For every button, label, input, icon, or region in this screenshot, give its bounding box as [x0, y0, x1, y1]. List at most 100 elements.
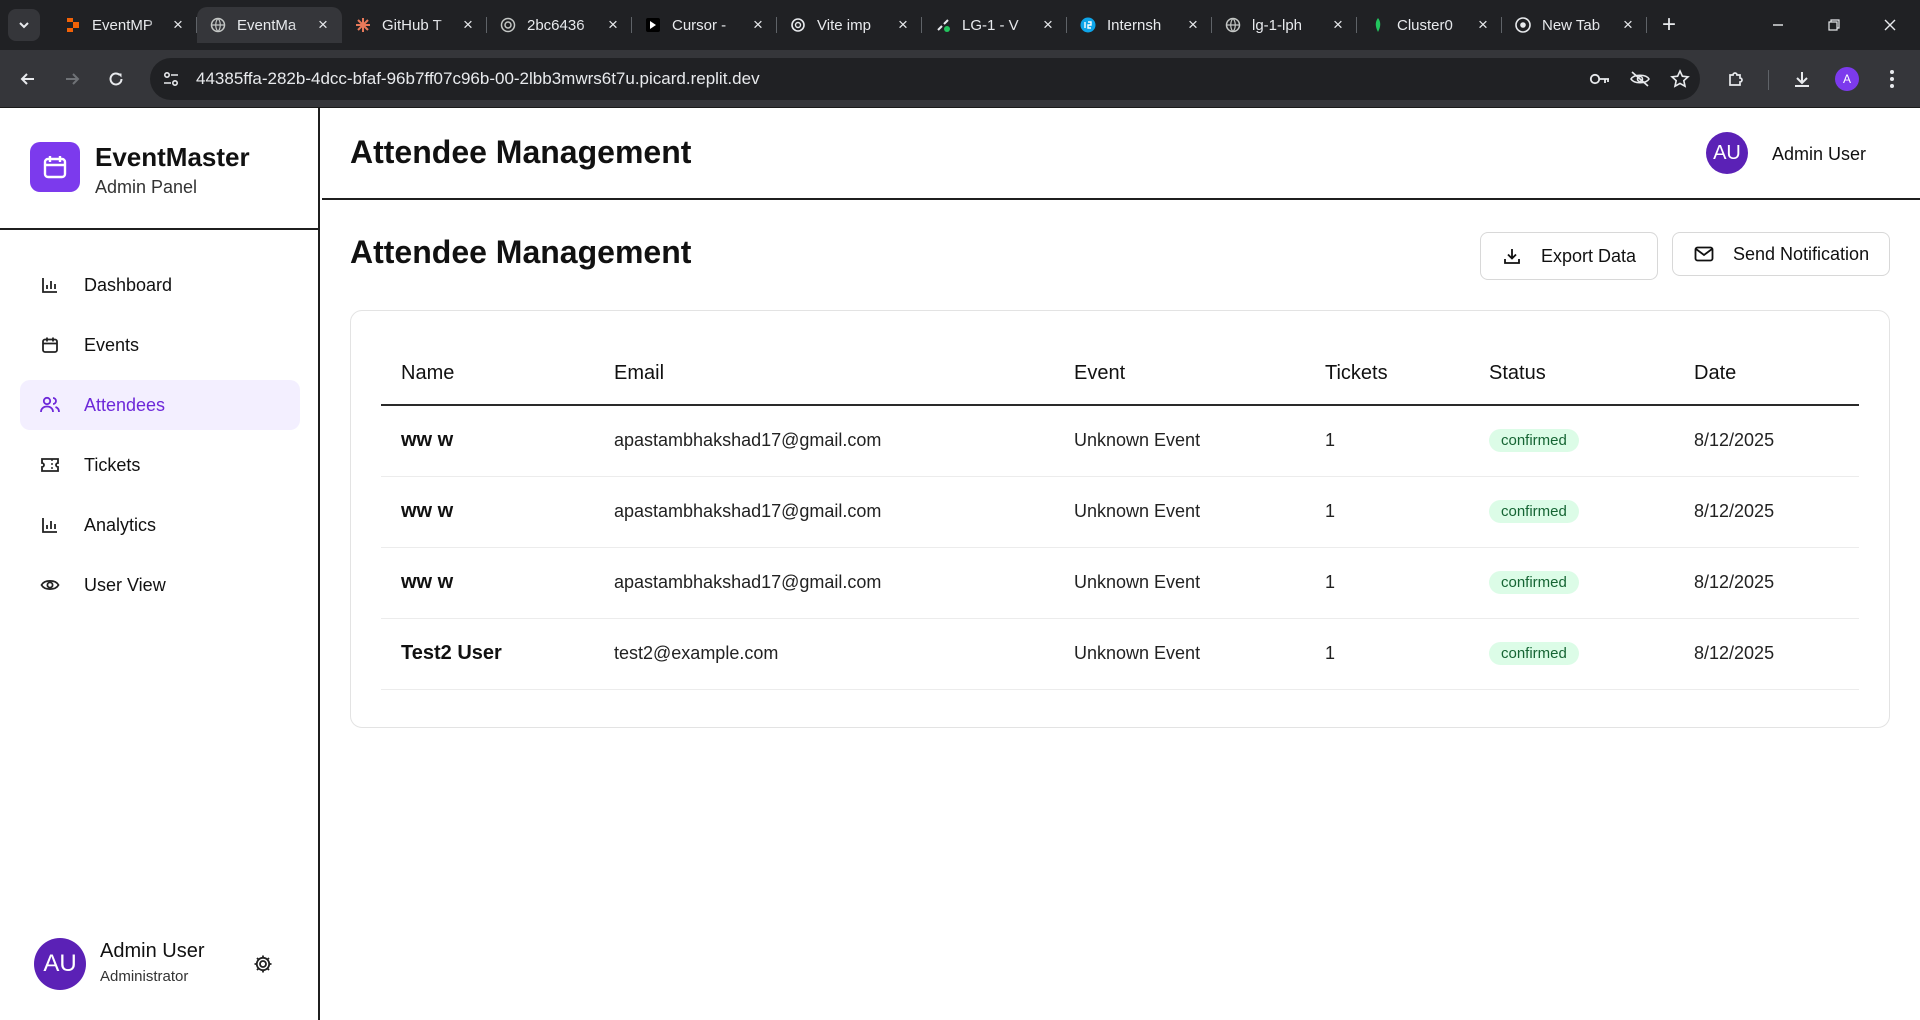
column-header-name[interactable]: Name [381, 343, 594, 406]
attendee-event: Unknown Event [1054, 476, 1305, 548]
tab-close-icon[interactable]: × [1184, 15, 1202, 34]
browser-tab-active[interactable]: EventMa × [197, 7, 342, 43]
browser-tab[interactable]: Internsh × [1067, 7, 1212, 43]
eye-off-icon[interactable] [1620, 58, 1660, 100]
browser-tab[interactable]: New Tab × [1502, 7, 1647, 43]
column-header-date[interactable]: Date [1674, 343, 1859, 406]
minimize-button[interactable] [1750, 0, 1806, 50]
tab-close-icon[interactable]: × [1474, 15, 1492, 34]
send-notification-button[interactable]: Send Notification [1672, 232, 1890, 276]
browser-menu-button[interactable] [1876, 63, 1908, 95]
browser-tab[interactable]: GitHub T × [342, 7, 487, 43]
attendee-date: 8/12/2025 [1674, 618, 1859, 690]
forward-button[interactable] [56, 63, 88, 95]
tab-close-icon[interactable]: × [894, 15, 912, 34]
tab-close-icon[interactable]: × [169, 15, 187, 34]
tab-close-icon[interactable]: × [749, 15, 767, 34]
tab-close-icon[interactable]: × [459, 15, 477, 34]
table-row[interactable]: ww w apastambhakshad17@gmail.com Unknown… [381, 547, 1859, 619]
tab-search-button[interactable] [8, 9, 40, 41]
browser-tab[interactable]: lg-1-lph × [1212, 7, 1357, 43]
table-row[interactable]: ww w apastambhakshad17@gmail.com Unknown… [381, 476, 1859, 548]
users-icon [40, 395, 60, 415]
password-key-icon[interactable] [1580, 58, 1620, 100]
bar-chart-icon [40, 515, 60, 535]
browser-tab[interactable]: Cluster0 × [1357, 7, 1502, 43]
globe-icon [1224, 16, 1242, 34]
browser-toolbar: 44385ffa-282b-4dcc-bfaf-96b7ff07c96b-00-… [0, 50, 1920, 108]
sidebar-item-user-view[interactable]: User View [20, 560, 300, 610]
attendee-date: 8/12/2025 [1674, 476, 1859, 548]
spinner-favicon-icon [499, 16, 517, 34]
address-bar[interactable]: 44385ffa-282b-4dcc-bfaf-96b7ff07c96b-00-… [150, 58, 1700, 100]
browser-tab[interactable]: 2bc6436 × [487, 7, 632, 43]
status-badge: confirmed [1489, 642, 1579, 665]
sidebar-item-attendees[interactable]: Attendees [20, 380, 300, 430]
browser-tab[interactable]: EventMP × [52, 7, 197, 43]
attendee-event: Unknown Event [1054, 547, 1305, 619]
sidebar-item-tickets[interactable]: Tickets [20, 440, 300, 490]
tab-close-icon[interactable]: × [1619, 15, 1637, 34]
new-tab-button[interactable]: + [1651, 7, 1687, 43]
status-badge: confirmed [1489, 500, 1579, 523]
avatar[interactable]: AU [34, 938, 86, 990]
column-header-tickets[interactable]: Tickets [1305, 343, 1469, 406]
tab-title: New Tab [1542, 16, 1601, 34]
attendee-status-cell: confirmed [1469, 405, 1674, 477]
eye-icon [40, 575, 60, 595]
attendee-status-cell: confirmed [1469, 476, 1674, 548]
site-settings-icon[interactable] [150, 58, 192, 100]
header-avatar[interactable]: AU [1706, 132, 1748, 174]
sidebar-item-label: Tickets [84, 454, 141, 475]
tab-close-icon[interactable]: × [1039, 15, 1057, 34]
browser-tab[interactable]: LG-1 - V × [922, 7, 1067, 43]
column-header-email[interactable]: Email [594, 343, 1054, 406]
star-icon[interactable] [1660, 58, 1700, 100]
plus-icon: + [1661, 11, 1676, 38]
tab-close-icon[interactable]: × [314, 15, 332, 34]
profile-avatar[interactable]: A [1835, 67, 1859, 91]
attendee-name: Test2 User [381, 618, 594, 690]
header-user-name[interactable]: Admin User [1772, 144, 1866, 165]
export-data-button[interactable]: Export Data [1480, 232, 1658, 280]
tab-title: Cluster0 [1397, 16, 1453, 34]
calendar-logo-icon [30, 142, 80, 192]
close-window-button[interactable] [1862, 0, 1918, 50]
table-row[interactable]: ww w apastambhakshad17@gmail.com Unknown… [381, 405, 1859, 477]
sidebar-item-events[interactable]: Events [20, 320, 300, 370]
status-badge: confirmed [1489, 429, 1579, 453]
asterisk-favicon-icon [354, 16, 372, 34]
reload-button[interactable] [100, 63, 132, 95]
sidebar-item-label: Analytics [84, 514, 157, 535]
calendar-icon [40, 335, 60, 355]
browser-tab[interactable]: Vite imp × [777, 7, 922, 43]
back-button[interactable] [12, 63, 44, 95]
table-row[interactable]: Test2 User test2@example.com Unknown Eve… [381, 618, 1859, 690]
sidebar-item-dashboard[interactable]: Dashboard [20, 260, 300, 310]
attendee-tickets: 1 [1305, 405, 1469, 477]
extensions-button[interactable] [1720, 63, 1752, 95]
brand-subtitle: Admin Panel [95, 177, 198, 197]
restore-button[interactable] [1806, 0, 1862, 50]
brand-header: EventMaster Admin Panel [0, 108, 318, 230]
sidebar-item-analytics[interactable]: Analytics [20, 500, 300, 550]
download-icon [1795, 72, 1809, 87]
tab-title: 2bc6436 [527, 16, 585, 34]
ticket-icon [40, 455, 60, 475]
browser-tab[interactable]: Cursor - × [632, 7, 777, 43]
tab-close-icon[interactable]: × [1329, 15, 1347, 34]
attendee-email: apastambhakshad17@gmail.com [594, 547, 1054, 619]
user-name: Admin User [100, 940, 205, 962]
attendees-table: Name Email Event Tickets Status Date ww … [381, 343, 1859, 690]
attendees-table-card: Name Email Event Tickets Status Date ww … [350, 310, 1890, 728]
column-header-event[interactable]: Event [1054, 343, 1305, 406]
column-header-status[interactable]: Status [1469, 343, 1674, 406]
browser-tab-bar: EventMP × EventMa × GitHub T × 2bc6436 ×… [0, 0, 1920, 50]
tab-close-icon[interactable]: × [604, 15, 622, 34]
mongodb-leaf-icon [1369, 16, 1387, 34]
downloads-button[interactable] [1786, 63, 1818, 95]
gear-icon[interactable] [252, 953, 274, 975]
page-title: Attendee Management [350, 134, 692, 170]
status-badge: confirmed [1489, 571, 1579, 594]
cursor-favicon-icon [644, 16, 662, 34]
